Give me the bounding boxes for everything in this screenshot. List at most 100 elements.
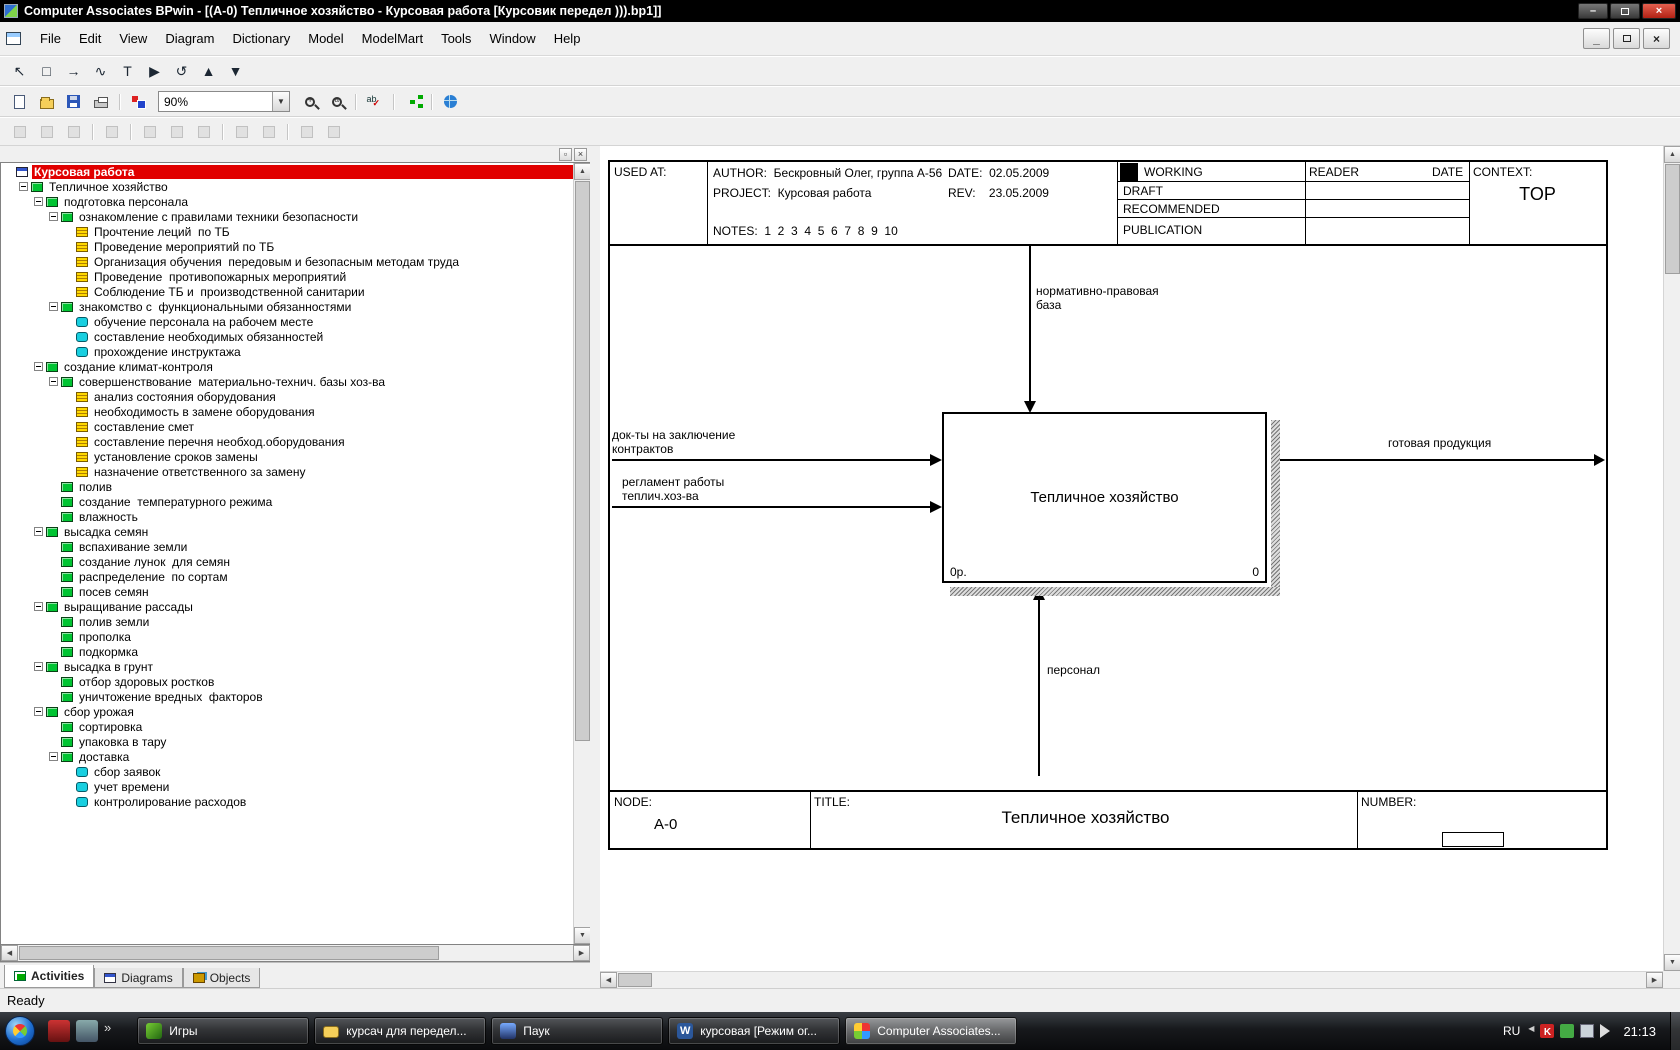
panel-splitter[interactable] bbox=[590, 146, 600, 988]
open-model-button[interactable] bbox=[34, 90, 59, 114]
web-publish-button[interactable] bbox=[438, 90, 463, 114]
activity-box[interactable]: Тепличное хозяйство 0р. 0 bbox=[942, 412, 1267, 583]
expander-icon[interactable] bbox=[34, 197, 43, 206]
mdi-minimize-button[interactable]: _ bbox=[1583, 28, 1610, 49]
expander-icon[interactable] bbox=[49, 302, 58, 311]
menu-item-diagram[interactable]: Diagram bbox=[156, 27, 223, 50]
panel-close-button[interactable]: × bbox=[574, 147, 587, 161]
scroll-up-button[interactable]: ▲ bbox=[574, 163, 590, 180]
tree-item[interactable]: совершенствование материально-технич. ба… bbox=[1, 374, 573, 389]
menu-item-view[interactable]: View bbox=[110, 27, 156, 50]
panel-restore-button[interactable]: ▫ bbox=[559, 147, 572, 161]
scroll-left-button[interactable]: ◀ bbox=[1, 945, 18, 961]
menu-item-help[interactable]: Help bbox=[545, 27, 590, 50]
green-tray-icon[interactable] bbox=[1560, 1024, 1575, 1038]
mdi-restore-button[interactable] bbox=[1613, 28, 1640, 49]
pointer-tool[interactable]: ↖ bbox=[7, 59, 32, 83]
restore-button[interactable] bbox=[1610, 3, 1640, 19]
expander-icon[interactable] bbox=[34, 362, 43, 371]
activity-box-tool[interactable]: □ bbox=[34, 59, 59, 83]
expander-icon[interactable] bbox=[34, 662, 43, 671]
tree-item[interactable]: установление сроков замены bbox=[1, 449, 573, 464]
tree-item[interactable]: подготовка персонала bbox=[1, 194, 573, 209]
tab-objects[interactable]: Objects bbox=[182, 968, 261, 988]
taskbar-button[interactable]: Computer Associates... bbox=[845, 1017, 1018, 1045]
expander-icon[interactable] bbox=[34, 527, 43, 536]
tree-item[interactable]: создание лунок для семян bbox=[1, 554, 573, 569]
expander-icon[interactable] bbox=[34, 602, 43, 611]
control-arrow-label[interactable]: нормативно-правовая база bbox=[1036, 284, 1159, 312]
tree-item[interactable]: Прочтение леций по ТБ bbox=[1, 224, 573, 239]
menu-item-file[interactable]: File bbox=[31, 27, 70, 50]
expander-icon[interactable] bbox=[49, 752, 58, 761]
tree-item[interactable]: посев семян bbox=[1, 584, 573, 599]
model-explorer-button[interactable] bbox=[400, 90, 425, 114]
tree-vertical-scrollbar[interactable]: ▲ ▼ bbox=[573, 163, 590, 944]
minimize-button[interactable]: – bbox=[1578, 3, 1608, 19]
scroll-right-button[interactable]: ▶ bbox=[1646, 972, 1663, 988]
tree-item[interactable]: прополка bbox=[1, 629, 573, 644]
vol-tray-icon[interactable] bbox=[1600, 1024, 1617, 1038]
menu-item-dictionary[interactable]: Dictionary bbox=[223, 27, 299, 50]
tree-item[interactable]: Соблюдение ТБ и производственной санитар… bbox=[1, 284, 573, 299]
scroll-down-button[interactable]: ▼ bbox=[1664, 954, 1680, 971]
tree-item[interactable]: высадка в грунт bbox=[1, 659, 573, 674]
tree-item[interactable]: создание температурного режима bbox=[1, 494, 573, 509]
save-model-button[interactable] bbox=[61, 90, 86, 114]
new-model-button[interactable] bbox=[7, 90, 32, 114]
tree-item[interactable]: Проведение противопожарных мероприятий bbox=[1, 269, 573, 284]
spell-check-button[interactable] bbox=[362, 90, 387, 114]
close-button[interactable]: × bbox=[1642, 3, 1676, 19]
tree-item[interactable]: обучение персонала на рабочем месте bbox=[1, 314, 573, 329]
go-to-child-diagram-tool[interactable]: ▼ bbox=[223, 59, 248, 83]
tree-item[interactable]: уничтожение вредных факторов bbox=[1, 689, 573, 704]
text-tool[interactable]: T bbox=[115, 59, 140, 83]
scroll-up-button[interactable]: ▲ bbox=[1664, 146, 1680, 163]
output-arrow-label[interactable]: готовая продукция bbox=[1388, 436, 1491, 450]
tree-item[interactable]: контролирование расходов bbox=[1, 794, 573, 809]
scroll-thumb[interactable] bbox=[618, 973, 652, 987]
tree-item[interactable]: полив земли bbox=[1, 614, 573, 629]
tab-diagrams[interactable]: Diagrams bbox=[94, 968, 183, 988]
diagram-vertical-scrollbar[interactable]: ▲ ▼ bbox=[1663, 146, 1680, 971]
zoom-in-button[interactable] bbox=[297, 90, 322, 114]
squiggle-tool[interactable]: ∿ bbox=[88, 59, 113, 83]
tree-item[interactable]: создание климат-контроля bbox=[1, 359, 573, 374]
taskbar-clock[interactable]: 21:13 bbox=[1619, 1024, 1666, 1039]
zoom-dropdown-button[interactable]: ▼ bbox=[272, 92, 289, 111]
red-tray-icon[interactable] bbox=[1540, 1024, 1555, 1038]
language-indicator[interactable]: RU bbox=[1503, 1024, 1520, 1038]
tree-item[interactable]: учет времени bbox=[1, 779, 573, 794]
tree-item[interactable]: выращивание рассады bbox=[1, 599, 573, 614]
taskbar-button[interactable]: курсовая [Режим ог... bbox=[668, 1017, 841, 1045]
scroll-thumb[interactable] bbox=[1665, 164, 1680, 274]
scroll-thumb[interactable] bbox=[19, 946, 439, 960]
tree-item[interactable]: Проведение мероприятий по ТБ bbox=[1, 239, 573, 254]
tab-activities[interactable]: Activities bbox=[4, 965, 95, 988]
tree-item[interactable]: вспахивание земли bbox=[1, 539, 573, 554]
tree-item[interactable]: прохождение инструктажа bbox=[1, 344, 573, 359]
taskbar-button[interactable]: Игры bbox=[137, 1017, 310, 1045]
mechanism-arrow-label[interactable]: персонал bbox=[1047, 663, 1100, 677]
go-to-sibling-diagram-tool[interactable]: ↺ bbox=[169, 59, 194, 83]
tree-item[interactable]: Организация обучения передовым и безопас… bbox=[1, 254, 573, 269]
zoom-combobox[interactable]: 90% ▼ bbox=[158, 91, 290, 112]
menu-item-model[interactable]: Model bbox=[299, 27, 352, 50]
scroll-down-button[interactable]: ▼ bbox=[574, 927, 590, 944]
tree-item[interactable]: сортировка bbox=[1, 719, 573, 734]
mdi-child-icon[interactable] bbox=[6, 32, 21, 45]
diagram-dictionary-tool[interactable]: ▶ bbox=[142, 59, 167, 83]
tree-item[interactable]: ознакомление с правилами техники безопас… bbox=[1, 209, 573, 224]
expander-icon[interactable] bbox=[34, 707, 43, 716]
mdi-close-button[interactable]: × bbox=[1643, 28, 1670, 49]
quicklaunch-chevron[interactable]: » bbox=[104, 1020, 111, 1042]
tree-item[interactable]: высадка семян bbox=[1, 524, 573, 539]
arrow-tool[interactable]: → bbox=[61, 59, 86, 83]
tree-item[interactable]: сбор заявок bbox=[1, 764, 573, 779]
menu-item-modelmart[interactable]: ModelMart bbox=[353, 27, 432, 50]
tree-item[interactable]: упаковка в тару bbox=[1, 734, 573, 749]
tree-horizontal-scrollbar[interactable]: ◀ ▶ bbox=[0, 945, 590, 962]
scroll-left-button[interactable]: ◀ bbox=[600, 972, 617, 988]
menu-item-window[interactable]: Window bbox=[480, 27, 544, 50]
tree-item[interactable]: влажность bbox=[1, 509, 573, 524]
